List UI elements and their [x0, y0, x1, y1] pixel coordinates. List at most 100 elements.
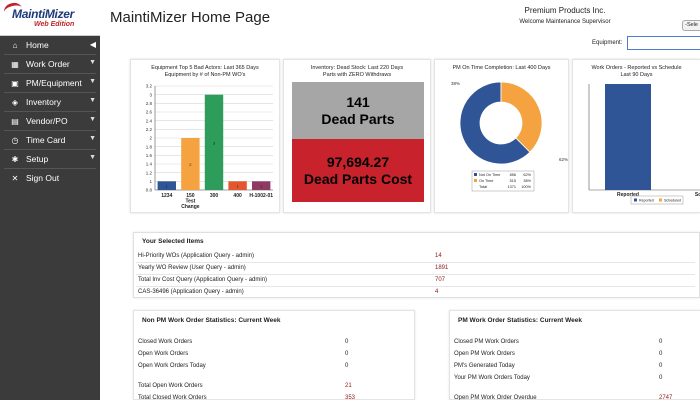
legend-percent: 62%: [523, 173, 531, 177]
gear-icon: ✱: [11, 154, 19, 164]
pie-label: 38%: [451, 81, 460, 86]
sidebar: MaintiMizer Web Edition ⌂ Home ◀ ▦ Work …: [0, 0, 100, 400]
legend-swatch: [474, 173, 477, 176]
legend-label: Scheduled: [664, 199, 681, 203]
logo-main-text: MaintiMizer: [12, 7, 75, 21]
header: MaintiMizer Home Page Premium Products I…: [100, 0, 700, 36]
table-row: Open Work Orders 0: [138, 348, 408, 360]
selected-item-value[interactable]: 1891: [435, 262, 448, 274]
stat-value: 0: [659, 363, 663, 369]
selected-item-value[interactable]: 14: [435, 250, 442, 262]
selected-item-value[interactable]: 4: [435, 286, 438, 298]
stat-label: Open Work Orders: [138, 351, 189, 357]
legend-label: Not On Time: [479, 173, 500, 177]
dead-parts-cost-value: 97,694.27: [326, 153, 390, 170]
equipment-label: Equipment:: [592, 40, 623, 46]
table-row: Open Work Orders Today 0: [138, 360, 408, 372]
sidebar-item-setup[interactable]: ✱ Setup ▼: [0, 150, 100, 168]
dashboard-charts: Equipment Top 5 Bad Actors: Last 365 Day…: [130, 59, 700, 213]
sidebar-item-label: PM/Equipment: [26, 78, 82, 88]
legend-label: On Time: [479, 179, 493, 183]
sidebar-item-sign-out[interactable]: ✕ Sign Out: [0, 169, 100, 187]
sidebar-nav: ⌂ Home ◀ ▦ Work Order ▼ ▣ PM/Equipment ▼…: [0, 36, 100, 187]
stat-label: Total Open Work Orders: [138, 383, 203, 389]
sidebar-item-inventory[interactable]: ◈ Inventory ▼: [0, 93, 100, 111]
page-title: MaintiMizer Home Page: [110, 9, 271, 26]
y-tick-label: 1.2: [146, 170, 153, 175]
x-tick-label: 400: [233, 193, 242, 199]
bad-actors-chart: 0.811.21.41.61.822.22.42.62.833.21123421…: [146, 84, 273, 210]
selected-item-value[interactable]: 707: [435, 274, 445, 286]
sidebar-item-pm-equipment[interactable]: ▣ PM/Equipment ▼: [0, 74, 100, 92]
sidebar-item-home[interactable]: ⌂ Home ◀: [0, 36, 100, 54]
y-tick-label: 2.2: [146, 127, 153, 132]
pm-stats-title: PM Work Order Statistics: Current Week: [458, 317, 583, 324]
selected-item-label: Hi-Priority WOs (Application Query - adm…: [138, 253, 255, 259]
stat-label: Closed Work Orders: [138, 339, 193, 345]
truck-icon: ▤: [11, 116, 19, 126]
stat-value: 0: [659, 351, 663, 357]
stat-value[interactable]: 2747: [659, 392, 672, 400]
stat-label: Open PM Work Orders: [454, 351, 515, 357]
close-icon: ✕: [11, 173, 19, 183]
pm-on-time-chart: 38% 62% Not On Time 856 62% On Time 515 38% Tota…: [451, 81, 568, 192]
selected-item-label: CAS-36496 (Application Query - admin): [138, 289, 244, 295]
x-tick-label: 1234: [161, 193, 172, 199]
dead-parts-cost-label: Dead Parts Cost: [303, 170, 413, 187]
dead-parts-cost-box[interactable]: 97,694.27 Dead Parts Cost: [292, 139, 424, 202]
dead-parts-count: 141: [346, 93, 370, 110]
legend-swatch: [474, 179, 477, 182]
equipment-input[interactable]: [627, 36, 700, 50]
sidebar-item-label: Work Order: [26, 59, 70, 69]
list-item[interactable]: Yearly WO Review (User Query - admin) 18…: [136, 262, 696, 274]
home-icon: ⌂: [12, 40, 18, 50]
selected-item-label: Yearly WO Review (User Query - admin): [138, 265, 246, 271]
pm-on-time-title: PM On Time Completion: Last 400 Days: [452, 65, 551, 71]
stat-label: PM's Generated Today: [454, 363, 515, 369]
company-name: Premium Products Inc.: [524, 6, 606, 15]
selected-items-title: Your Selected Items: [142, 238, 204, 245]
stat-value: 0: [659, 375, 663, 381]
legend-label: Total: [479, 185, 487, 189]
selected-item-label: Total Inv Cost Query (Application Query …: [138, 277, 268, 283]
stat-label: Open PM Work Order Overdue: [454, 395, 537, 400]
bad-actors-title-line1: Equipment Top 5 Bad Actors: Last 365 Day…: [151, 65, 259, 71]
list-item[interactable]: Hi-Priority WOs (Application Query - adm…: [136, 250, 696, 262]
pm-stats-panel: PM Work Order Statistics: Current Week C…: [449, 310, 700, 400]
legend-percent: 38%: [523, 179, 531, 183]
chevron-left-icon: ◀: [89, 40, 96, 49]
y-tick-label: 0.8: [146, 188, 153, 193]
chevron-down-icon: ▼: [89, 78, 96, 85]
grid-icon: ▦: [11, 59, 19, 69]
stat-value[interactable]: 353: [345, 392, 355, 400]
legend-swatch: [634, 198, 637, 202]
list-item[interactable]: CAS-36496 (Application Query - admin) 4: [136, 286, 696, 298]
y-tick-label: 1.6: [146, 153, 153, 158]
legend-label: Reported: [639, 199, 654, 203]
stat-label: Total Closed Work Orders: [138, 395, 207, 400]
chevron-down-icon: ▼: [89, 97, 96, 104]
sidebar-item-label: Inventory: [26, 97, 61, 107]
list-item[interactable]: Total Inv Cost Query (Application Query …: [136, 274, 696, 286]
chevron-down-icon: ▼: [89, 116, 96, 123]
table-row: Open PM Work Order Overdue 2747: [454, 392, 700, 400]
stat-value: 0: [345, 363, 349, 369]
sidebar-item-vendor-po[interactable]: ▤ Vendor/PO ▼: [0, 112, 100, 130]
sidebar-item-time-card[interactable]: ◷ Time Card ▼: [0, 131, 100, 149]
stat-value[interactable]: 21: [345, 380, 352, 392]
x-tick-label: H-1002-01: [249, 193, 273, 199]
dead-parts-box[interactable]: 141 Dead Parts: [292, 82, 424, 139]
stat-value: 0: [659, 339, 663, 345]
chevron-down-icon: ▼: [89, 59, 96, 66]
logo[interactable]: MaintiMizer Web Edition: [0, 0, 100, 36]
stat-value: 0: [345, 351, 349, 357]
select-button[interactable]: -Sele: [682, 20, 700, 31]
sidebar-item-label: Vendor/PO: [26, 116, 68, 126]
y-tick-label: 2: [149, 136, 152, 141]
sidebar-item-work-order[interactable]: ▦ Work Order ▼: [0, 55, 100, 73]
non-pm-stats-title: Non PM Work Order Statistics: Current We…: [142, 317, 281, 324]
pm-on-time-panel: PM On Time Completion: Last 400 Days 38%…: [434, 59, 569, 213]
stat-value: 0: [345, 339, 349, 345]
calendar-icon: ▣: [11, 78, 19, 88]
sidebar-item-label: Setup: [26, 154, 49, 164]
